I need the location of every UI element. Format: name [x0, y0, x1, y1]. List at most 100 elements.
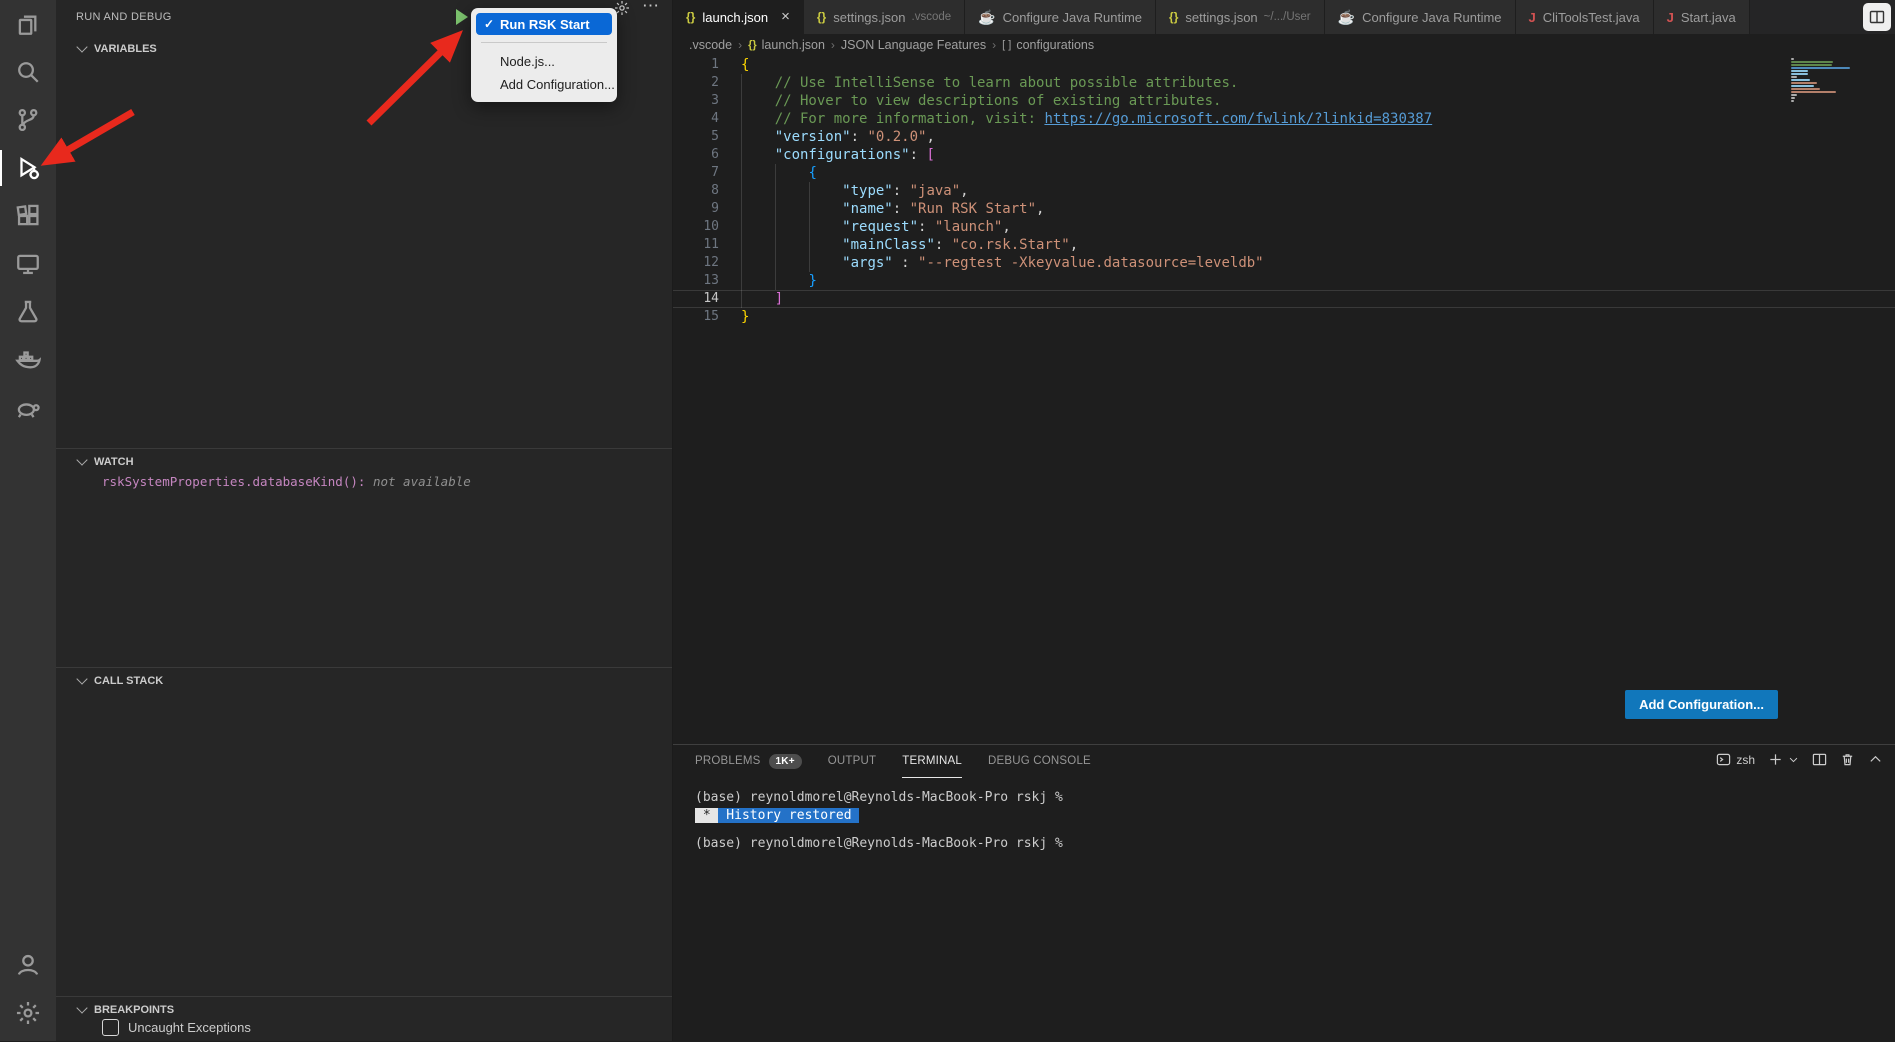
tab-label: Start.java [1681, 10, 1736, 25]
activity-item-settings[interactable] [0, 989, 56, 1037]
panel-tab-bar: PROBLEMS1K+ OUTPUT TERMINAL DEBUG CONSOLE [673, 745, 1895, 778]
activity-item-docker[interactable] [0, 336, 56, 384]
tab-start-java[interactable]: JStart.java [1654, 0, 1750, 34]
code-line-6: 6 "configurations": [ [673, 146, 1895, 164]
terminal-text: (base) reynoldmorel@Reynolds-MacBook-Pro… [695, 836, 1063, 851]
code-token: "co.rsk.Start" [952, 237, 1070, 253]
java-runtime-cup-icon: ☕ [978, 9, 995, 26]
activity-bar-bottom [0, 941, 56, 1041]
search-icon [15, 59, 41, 85]
split-terminal-icon[interactable] [1812, 752, 1827, 767]
watch-section-header[interactable]: WATCH [56, 451, 672, 473]
code-token: } [741, 309, 749, 325]
breadcrumb-item-launch-json[interactable]: {}launch.json [748, 38, 825, 52]
activity-item-source-control[interactable] [0, 96, 56, 144]
chevron-down-icon [76, 673, 87, 684]
tab-launch-json[interactable]: {}launch.json× [673, 0, 804, 34]
line-number: 11 [673, 236, 741, 254]
start-debugging-play-icon[interactable] [456, 9, 468, 25]
code-editor[interactable]: 1{2 // Use IntelliSense to learn about p… [673, 56, 1895, 744]
activity-item-search[interactable] [0, 48, 56, 96]
dropdown-item-node-js-[interactable]: ✓Node.js... [476, 50, 612, 72]
code-token: "args" [842, 255, 893, 271]
code-link[interactable]: https://go.microsoft.com/fwlink/?linkid=… [1044, 111, 1432, 127]
code-token: "version" [775, 129, 851, 145]
terminal-output[interactable]: (base) reynoldmorel@Reynolds-MacBook-Pro… [695, 789, 1885, 853]
history-restored-badge: History restored [718, 808, 859, 823]
tab-settings-json[interactable]: {}settings.json~/.../User [1156, 0, 1325, 34]
code-text: "mainClass": "co.rsk.Start", [741, 236, 1895, 254]
java-runtime-cup-icon: ☕ [1338, 9, 1355, 26]
activity-item-extensions[interactable] [0, 192, 56, 240]
code-token: "java" [910, 183, 961, 199]
close-tab-icon[interactable]: × [781, 11, 790, 23]
kill-terminal-trash-icon[interactable] [1840, 752, 1855, 767]
activity-item-testing[interactable] [0, 288, 56, 336]
run-and-debug-sidebar: RUN AND DEBUG ⋯ VARIABLES WATCH rskSyste… [56, 0, 673, 1041]
code-text: "request": "launch", [741, 218, 1895, 236]
editor-group: {}launch.json×{}settings.json.vscode☕Con… [673, 0, 1895, 1041]
panel-tab-problems[interactable]: PROBLEMS1K+ [695, 745, 802, 778]
maximize-panel-chevron-up-icon[interactable] [1868, 752, 1883, 767]
code-line-2: 2 // Use IntelliSense to learn about pos… [673, 74, 1895, 92]
code-line-8: 8 "type": "java", [673, 182, 1895, 200]
code-text: "configurations": [ [741, 146, 1895, 164]
activity-item-run-debug[interactable] [0, 144, 56, 192]
dropdown-item-label: Run RSK Start [500, 17, 590, 32]
new-terminal-icon[interactable] [1768, 752, 1783, 767]
activity-item-turtle[interactable] [0, 384, 56, 432]
breadcrumb-item-json-language-features[interactable]: JSON Language Features [841, 38, 986, 52]
breadcrumb-label: JSON Language Features [841, 38, 986, 52]
activity-item-account[interactable] [0, 941, 56, 989]
breadcrumb-separator-icon: › [992, 38, 996, 52]
run-and-debug-icon [15, 155, 41, 181]
tab-settings-json[interactable]: {}settings.json.vscode [804, 0, 965, 34]
breadcrumb-item-configurations[interactable]: [ ]configurations [1002, 38, 1094, 52]
code-line-4: 4 // For more information, visit: https:… [673, 110, 1895, 128]
uncaught-exceptions-checkbox[interactable] [102, 1019, 119, 1036]
activity-item-explorer[interactable] [0, 0, 56, 48]
minimap-line [1791, 73, 1808, 75]
add-configuration-button[interactable]: Add Configuration... [1625, 690, 1778, 719]
call-stack-label: CALL STACK [94, 675, 163, 687]
call-stack-section-header[interactable]: CALL STACK [56, 670, 672, 692]
watch-expression-row[interactable]: rskSystemProperties.databaseKind(): not … [102, 474, 664, 489]
terminal-dropdown-chevron-icon[interactable] [1788, 754, 1799, 765]
source-control-icon [15, 107, 41, 133]
panel-tab-output[interactable]: OUTPUT [828, 745, 876, 778]
code-text: "args" : "--regtest -Xkeyvalue.datasourc… [741, 254, 1895, 272]
watch-expression: rskSystemProperties.databaseKind(): [102, 474, 365, 489]
minimap-line [1791, 61, 1833, 63]
breadcrumb-item--vscode[interactable]: .vscode [689, 38, 732, 52]
minimap-line [1791, 76, 1797, 78]
panel-tab-debug-console[interactable]: DEBUG CONSOLE [988, 745, 1091, 778]
minimap[interactable] [1791, 58, 1853, 103]
code-area[interactable]: 1{2 // Use IntelliSense to learn about p… [673, 56, 1895, 326]
views-more-actions-icon[interactable]: ⋯ [642, 0, 660, 14]
section-divider [56, 996, 672, 997]
tab-clitoolstest-java[interactable]: JCliToolsTest.java [1516, 0, 1654, 34]
tab-configure-java-runtime[interactable]: ☕Configure Java Runtime [965, 0, 1156, 34]
code-token: "type" [842, 183, 893, 199]
minimap-line [1791, 64, 1832, 66]
line-number: 3 [673, 92, 741, 110]
panel-tab-terminal[interactable]: TERMINAL [902, 745, 962, 778]
breakpoints-section-header[interactable]: BREAKPOINTS [56, 999, 672, 1021]
uncaught-exceptions-row[interactable]: Uncaught Exceptions [102, 1019, 251, 1036]
code-line-9: 9 "name": "Run RSK Start", [673, 200, 1895, 218]
beaker-icon [15, 299, 41, 325]
activity-item-remote[interactable] [0, 240, 56, 288]
split-editor-icon[interactable] [1863, 3, 1891, 31]
panel-tab-label: PROBLEMS [695, 755, 761, 767]
code-text: "version": "0.2.0", [741, 128, 1895, 146]
dropdown-item-add-configuration-[interactable]: ✓Add Configuration... [476, 73, 612, 95]
minimap-line [1791, 94, 1797, 96]
tab-configure-java-runtime[interactable]: ☕ Configure Java Runtime [1325, 0, 1516, 34]
dropdown-item-run-rsk-start[interactable]: ✓Run RSK Start [476, 13, 612, 35]
code-token: "name" [842, 201, 893, 217]
minimap-line [1791, 100, 1794, 102]
breadcrumb-separator-icon: › [831, 38, 835, 52]
section-divider [56, 667, 672, 668]
terminal-shell-selector[interactable]: zsh [1716, 752, 1755, 767]
tab-label: Configure Java Runtime [1362, 10, 1501, 25]
